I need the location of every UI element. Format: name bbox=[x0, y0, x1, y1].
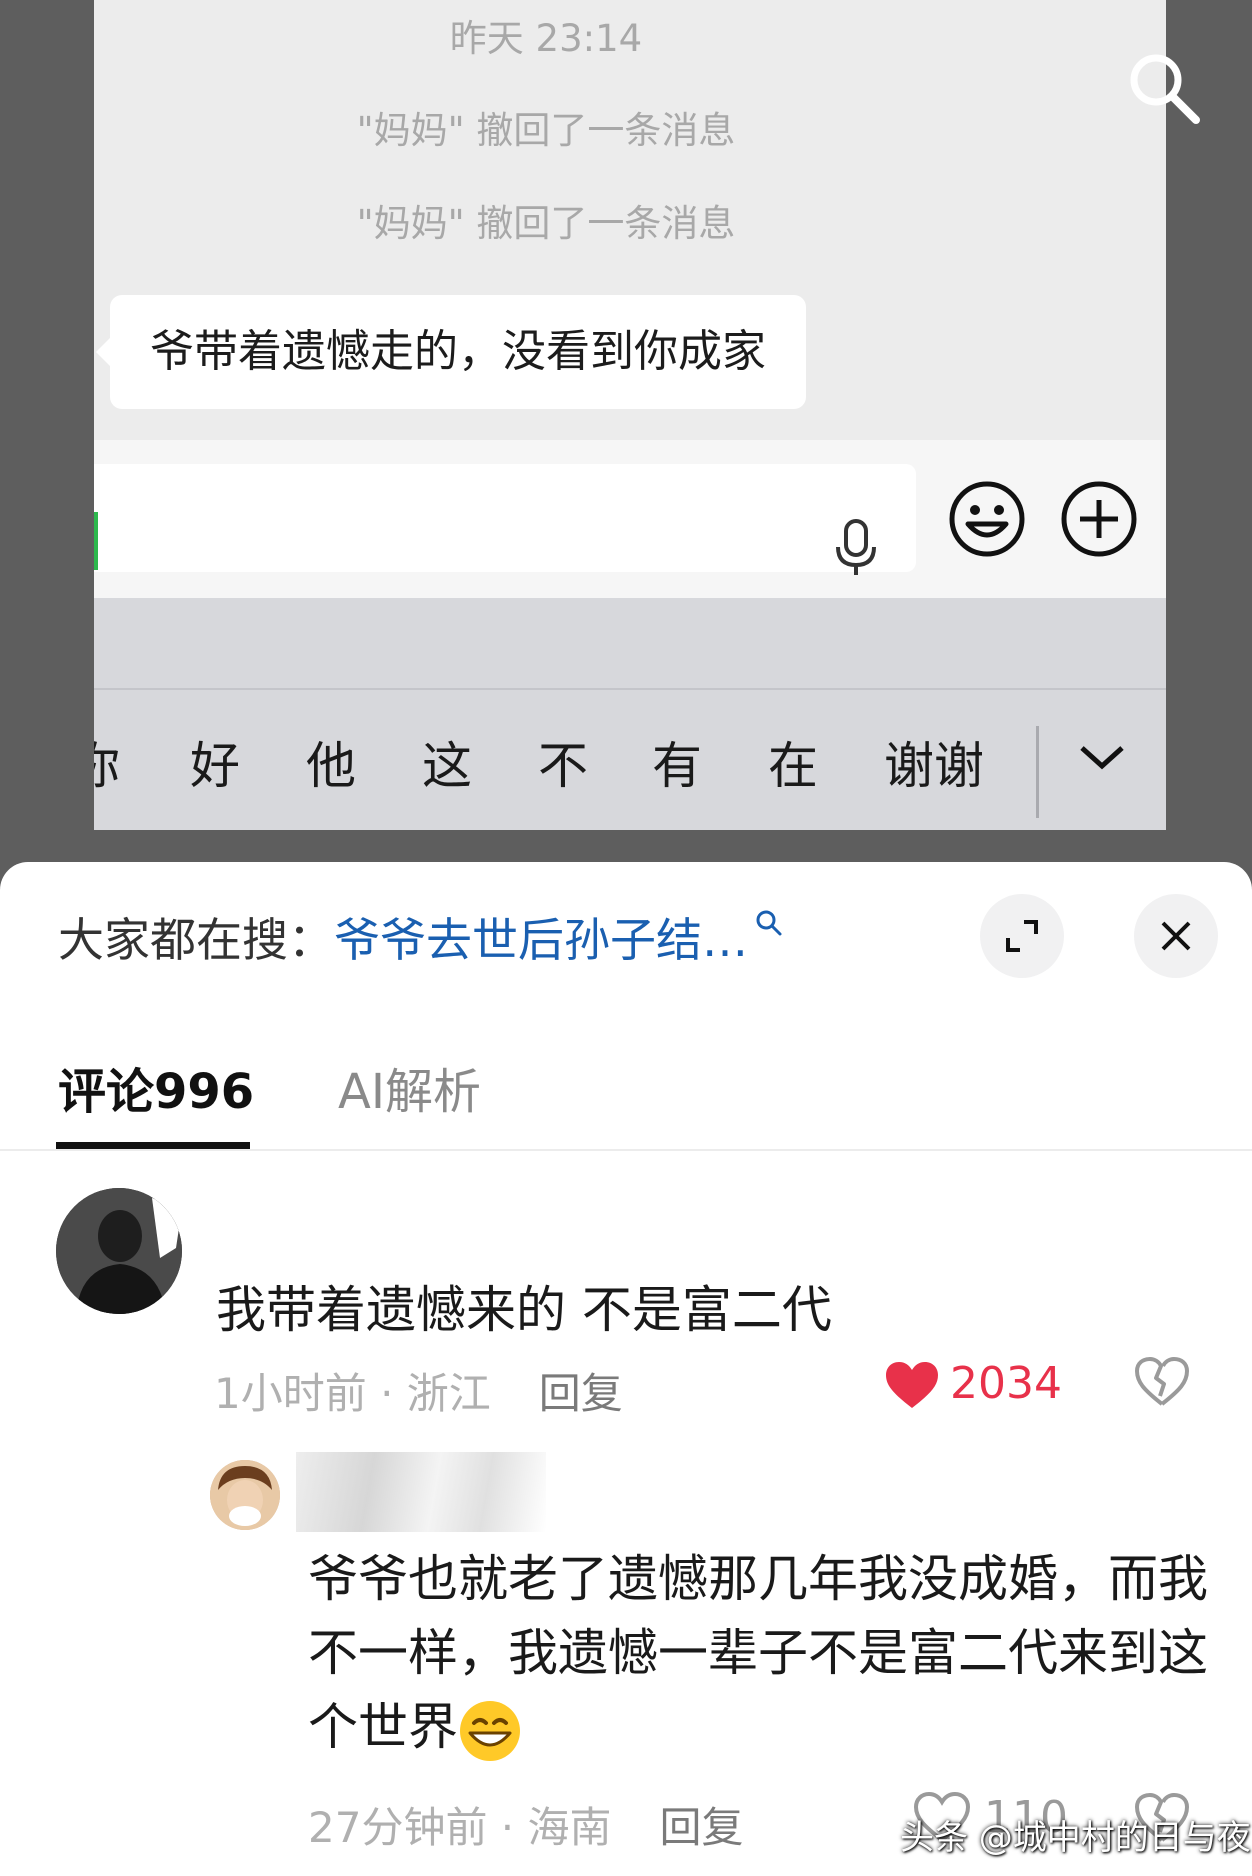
candidate-word[interactable]: 不 bbox=[538, 726, 588, 798]
candidate-word[interactable]: 他 bbox=[306, 726, 356, 798]
trending-search[interactable]: 大家都在搜：爷爷去世后孙子结… bbox=[58, 904, 784, 970]
candidate-word[interactable]: 好 bbox=[190, 726, 240, 798]
comment-text-body: 爷爷也就老了遗憾那几年我没成婚，而我不一样，我遗憾一辈子不是富二代来到这个世界 bbox=[308, 1550, 1208, 1756]
keyboard-candidate-bar: 你 好 他 这 不 有 在 谢谢 bbox=[94, 690, 1166, 830]
tab-indicator bbox=[56, 1142, 250, 1149]
grin-emoji bbox=[460, 1700, 520, 1761]
search-icon[interactable] bbox=[1126, 50, 1202, 126]
divider bbox=[0, 1149, 1252, 1151]
expand-icon bbox=[1006, 920, 1038, 952]
broken-heart-icon[interactable] bbox=[1134, 1356, 1190, 1408]
avatar-image bbox=[210, 1460, 280, 1530]
reply-button[interactable]: 回复 bbox=[539, 1369, 623, 1418]
close-button[interactable] bbox=[1134, 894, 1218, 978]
comment-time-location: 27分钟前 · 海南 bbox=[308, 1803, 612, 1852]
chevron-down-icon[interactable] bbox=[1078, 742, 1126, 772]
message-input[interactable] bbox=[94, 464, 916, 575]
avatar[interactable] bbox=[56, 1188, 182, 1314]
microphone-icon[interactable] bbox=[834, 519, 878, 577]
comment-time-location: 1小时前 · 浙江 bbox=[214, 1369, 491, 1418]
candidate-divider bbox=[1036, 726, 1039, 818]
candidate-word[interactable]: 谢谢 bbox=[884, 726, 984, 798]
input-caret bbox=[94, 512, 98, 570]
candidate-word[interactable]: 这 bbox=[422, 726, 472, 798]
avatar[interactable] bbox=[210, 1460, 280, 1530]
chat-screenshot: 昨天 23:14 "妈妈" 撤回了一条消息 "妈妈" 撤回了一条消息 爷带着遗憾… bbox=[94, 0, 1166, 830]
tab-ai-analysis[interactable]: AI解析 bbox=[338, 1052, 481, 1122]
comment-meta: 1小时前 · 浙江 回复 bbox=[214, 1360, 623, 1421]
candidate-word[interactable]: 你 bbox=[94, 726, 120, 798]
like-count: 2034 bbox=[950, 1358, 1062, 1409]
candidate-word[interactable]: 在 bbox=[768, 726, 818, 798]
plus-icon[interactable] bbox=[1060, 480, 1138, 558]
emoji-icon[interactable] bbox=[948, 480, 1026, 558]
search-icon[interactable] bbox=[754, 908, 784, 938]
watermark: 头条 @城中村的日与夜 bbox=[900, 1818, 1251, 1858]
comment-panel: 大家都在搜：爷爷去世后孙子结… 评论996 AI解析 我带着遗憾来的 不是富二代… bbox=[0, 862, 1252, 1876]
chat-input-bar bbox=[94, 440, 1166, 598]
expand-button[interactable] bbox=[980, 894, 1064, 978]
username-blurred bbox=[296, 1452, 546, 1532]
recall-notice: "妈妈" 撤回了一条消息 bbox=[356, 202, 736, 245]
heart-icon[interactable] bbox=[884, 1360, 940, 1410]
close-icon bbox=[1161, 921, 1191, 951]
trending-search-label: 大家都在搜： bbox=[58, 913, 334, 967]
chat-timestamp: 昨天 23:14 bbox=[449, 17, 643, 60]
comment-text: 爷爷也就老了遗憾那几年我没成婚，而我不一样，我遗憾一辈子不是富二代来到这个世界 bbox=[308, 1542, 1208, 1764]
candidate-word[interactable]: 有 bbox=[652, 726, 702, 798]
message-bubble: 爷带着遗憾走的，没看到你成家 bbox=[96, 295, 806, 409]
keyboard-area bbox=[94, 598, 1166, 690]
comment-meta: 27分钟前 · 海南 回复 bbox=[308, 1794, 744, 1855]
comment-text: 我带着遗憾来的 不是富二代 bbox=[216, 1281, 832, 1339]
tab-comments[interactable]: 评论996 bbox=[58, 1052, 254, 1122]
avatar-image bbox=[56, 1188, 182, 1314]
recall-notice: "妈妈" 撤回了一条消息 bbox=[356, 109, 736, 152]
trending-search-query[interactable]: 爷爷去世后孙子结… bbox=[334, 913, 748, 967]
reply-button[interactable]: 回复 bbox=[660, 1803, 744, 1852]
